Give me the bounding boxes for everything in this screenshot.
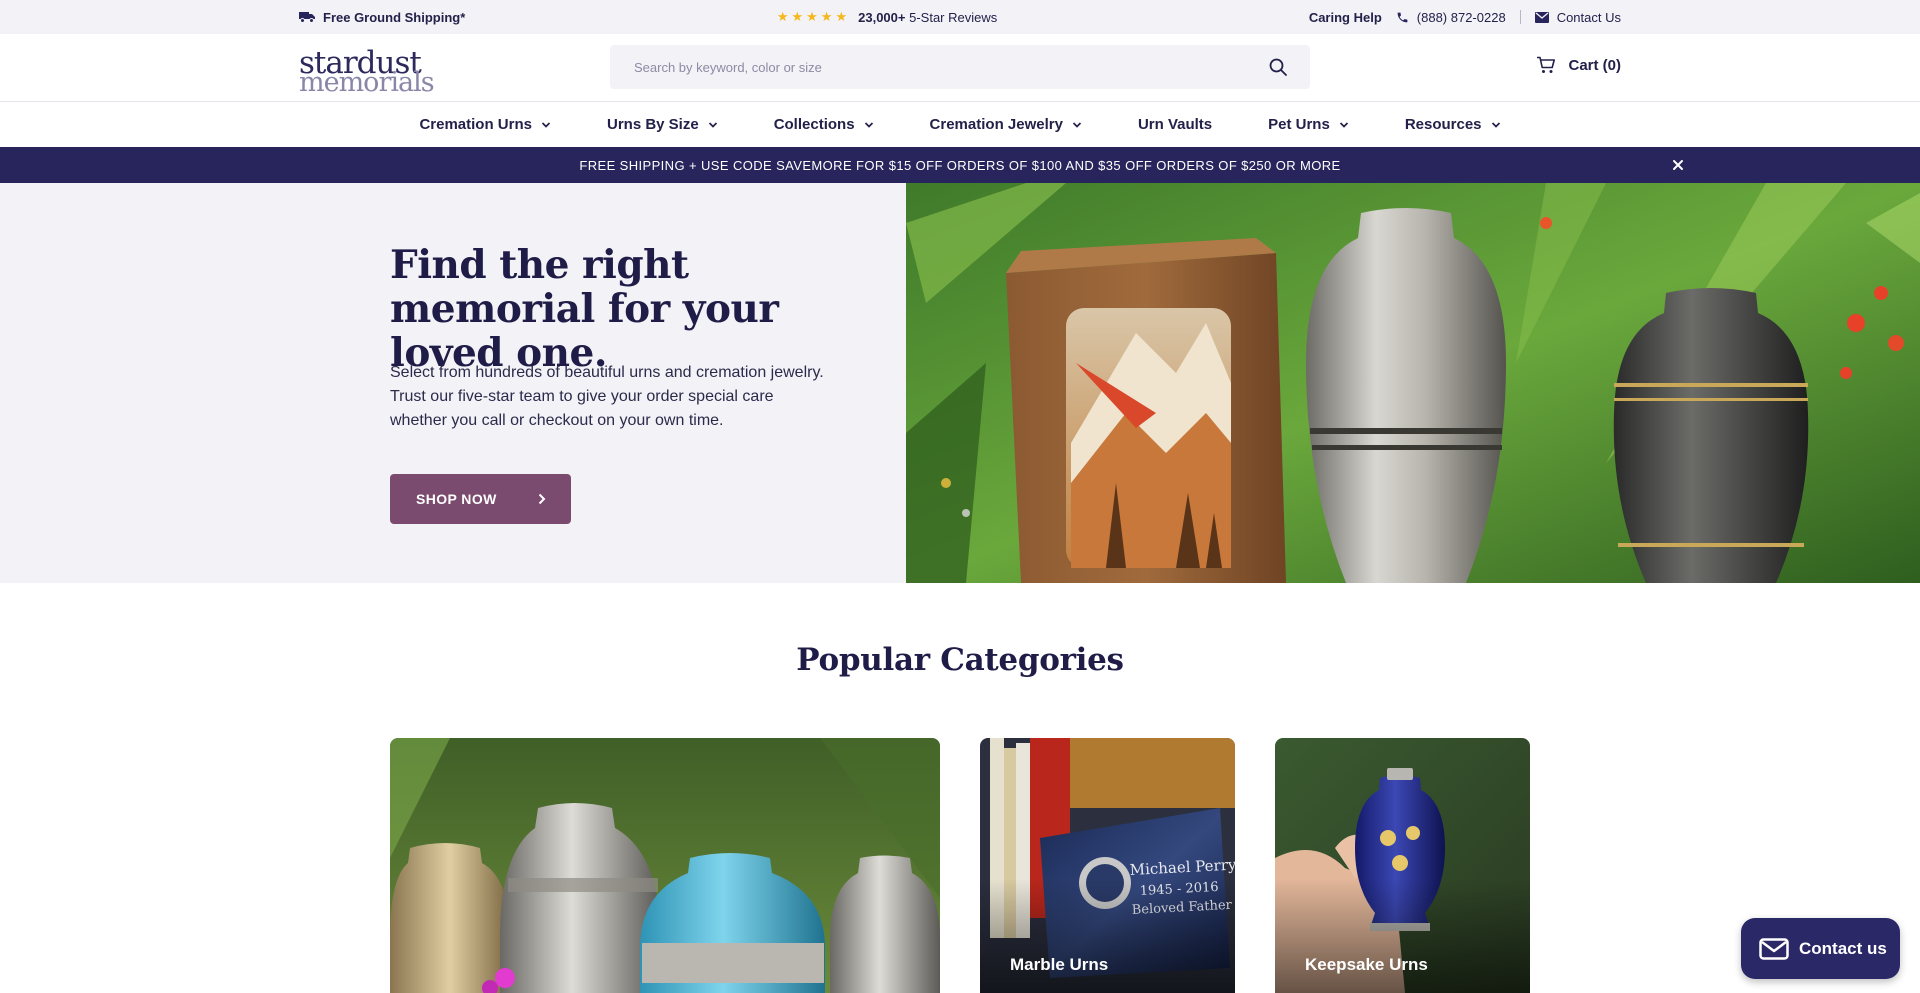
nav-item-cremation-urns[interactable]: Cremation Urns [419, 116, 551, 133]
hero-content: Find the right memorial for your loved o… [0, 183, 906, 583]
hero-description: Select from hundreds of beautiful urns a… [390, 364, 824, 429]
category-card-marble-urns[interactable]: Michael Perry 1945 - 2016 Beloved Father… [980, 738, 1235, 993]
utility-bar: Free Ground Shipping* ★★★★★ 23,000+ 5-St… [0, 0, 1920, 34]
divider [1519, 10, 1521, 24]
search-icon[interactable] [1268, 57, 1288, 77]
nav-item-label: Cremation Urns [419, 116, 532, 133]
nav-item-collections[interactable]: Collections [774, 116, 874, 133]
category-label-marble-urns: Marble Urns [1010, 955, 1109, 974]
main-navigation: Cremation Urns Urns By Size Collections … [0, 102, 1920, 147]
category-card-cremation-urns[interactable] [390, 738, 940, 993]
reviews-label: 5-Star Reviews [909, 9, 998, 25]
reviews-count: 23,000+ [858, 9, 906, 25]
nav-item-urn-vaults[interactable]: Urn Vaults [1138, 116, 1212, 133]
cart-button[interactable]: Cart (0) [1536, 56, 1621, 74]
phone-link[interactable]: (888) 872-0228 [1417, 10, 1506, 25]
chevron-down-icon [864, 121, 873, 128]
chevron-down-icon [1339, 121, 1348, 128]
hero-image [906, 183, 1920, 583]
nav-item-pet-urns[interactable]: Pet Urns [1268, 116, 1349, 133]
shop-now-button[interactable]: SHOP NOW [390, 474, 571, 524]
logo-line-2: memorials [299, 67, 435, 98]
chevron-down-icon [1072, 121, 1082, 128]
contact-us-button[interactable]: Contact us [1741, 918, 1900, 979]
chevron-down-icon [541, 121, 551, 128]
star-rating-icon: ★★★★★ [776, 9, 851, 24]
site-header: stardust memorials Cart (0) [0, 34, 1920, 102]
category-card-keepsake-urns[interactable]: Keepsake Urns [1275, 738, 1530, 993]
promo-text: FREE SHIPPING + USE CODE SAVEMORE FOR $1… [579, 157, 1341, 173]
close-icon[interactable] [1670, 157, 1686, 173]
mail-icon [1534, 11, 1549, 23]
search-input[interactable] [610, 45, 1250, 89]
nav-item-label: Urns By Size [606, 116, 699, 133]
free-shipping-text: Free Ground Shipping* [323, 9, 466, 25]
search-bar [610, 45, 1310, 89]
category-label-keepsake-urns: Keepsake Urns [1305, 955, 1428, 974]
contact-us-label: Contact us [1799, 938, 1887, 958]
chevron-right-icon [538, 493, 546, 505]
phone-icon [1397, 12, 1408, 22]
nav-item-label: Collections [773, 116, 855, 133]
promo-banner: FREE SHIPPING + USE CODE SAVEMORE FOR $1… [0, 147, 1920, 183]
reviews-summary[interactable]: ★★★★★ 23,000+ 5-Star Reviews [777, 9, 997, 25]
nav-item-label: Cremation Jewelry [929, 116, 1063, 133]
nav-item-label: Pet Urns [1268, 116, 1330, 133]
caring-help-label: Caring Help [1308, 9, 1382, 25]
contact-us-link[interactable]: Contact Us [1557, 10, 1621, 25]
help-contacts: Caring Help (888) 872-0228 Contact Us [1309, 10, 1621, 25]
nav-item-resources[interactable]: Resources [1405, 116, 1501, 133]
nav-item-cremation-jewelry[interactable]: Cremation Jewelry [930, 116, 1082, 133]
nav-item-label: Resources [1404, 116, 1482, 133]
category-image [390, 738, 940, 993]
nav-item-urns-by-size[interactable]: Urns By Size [607, 116, 718, 133]
truck-icon [299, 12, 315, 23]
free-shipping-notice: Free Ground Shipping* [299, 10, 465, 25]
chevron-down-icon [708, 121, 717, 128]
cart-icon [1537, 56, 1556, 73]
urns-photo [906, 183, 1920, 583]
envelope-icon [1759, 937, 1789, 960]
cart-label: Cart (0) [1568, 56, 1621, 74]
nav-item-label: Urn Vaults [1137, 116, 1213, 133]
hero-section: Find the right memorial for your loved o… [0, 183, 1920, 583]
hero-title: Find the right memorial for your loved o… [390, 242, 779, 376]
stardust-memorials-logo[interactable]: stardust memorials [299, 48, 435, 98]
chevron-down-icon [1491, 121, 1500, 128]
popular-categories-title: Popular Categories [796, 642, 1124, 678]
shop-now-label: SHOP NOW [416, 491, 497, 507]
